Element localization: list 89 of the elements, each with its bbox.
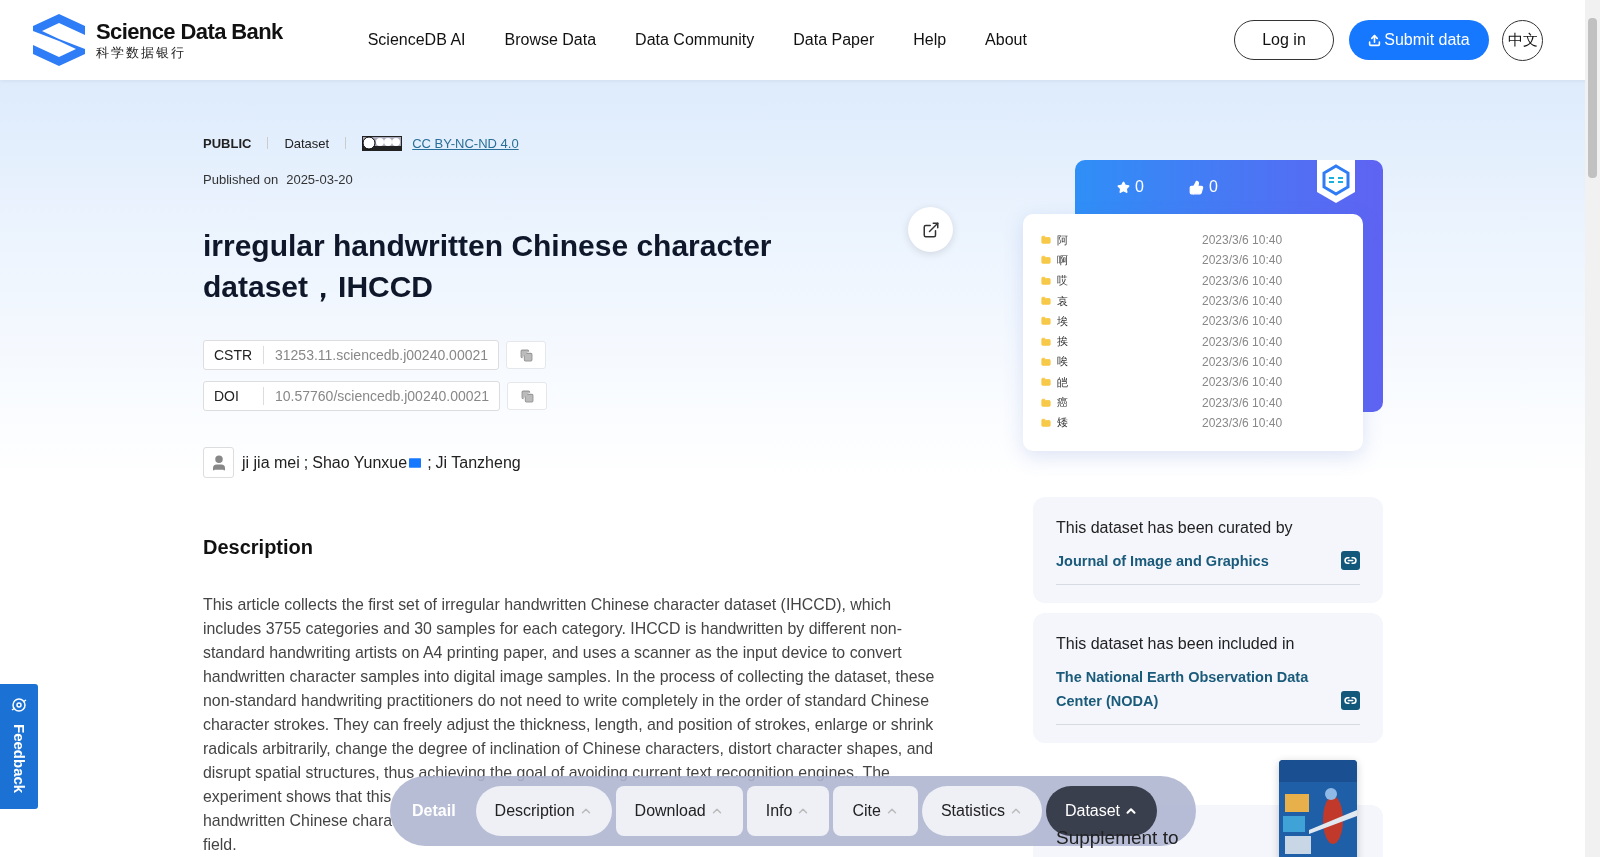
folder-icon: [1041, 316, 1051, 327]
logo-title: Science Data Bank: [96, 19, 283, 45]
copy-button[interactable]: [507, 382, 548, 410]
file-date: 2023/3/6 10:40: [1202, 395, 1283, 410]
copy-icon: [519, 348, 533, 362]
copy-icon: [520, 389, 534, 403]
nav-link[interactable]: Help: [913, 31, 947, 49]
logo-subtitle: 科学数据银行: [96, 45, 187, 61]
detail-tab[interactable]: Statistics: [921, 786, 1042, 836]
license-icon: [362, 135, 403, 151]
feedback-icon: [10, 696, 28, 714]
file-date: 2023/3/6 10:40: [1202, 314, 1283, 329]
folder-icon: [1041, 417, 1051, 428]
file-date: 2023/3/6 10:40: [1202, 273, 1283, 288]
relation-heading: This dataset has been curated by: [1056, 519, 1294, 537]
folder-icon: [1041, 377, 1051, 388]
file-name: 挨: [1057, 334, 1069, 350]
file-name: 哀: [1057, 293, 1069, 309]
link-icon[interactable]: [1341, 691, 1360, 710]
folder-icon: [1041, 296, 1051, 307]
nav-link[interactable]: Data Community: [635, 31, 755, 49]
section-heading: Description: [203, 536, 315, 559]
badge-icon: [1317, 160, 1355, 203]
login-button[interactable]: Log in: [1234, 20, 1334, 60]
folder-icon: [1041, 255, 1051, 266]
favorite-count[interactable]: 0: [1117, 178, 1144, 196]
feedback-button[interactable]: Feedback: [0, 684, 38, 809]
link-icon[interactable]: [1341, 551, 1360, 570]
file-name: 矮: [1057, 415, 1069, 431]
file-date: 2023/3/6 10:40: [1202, 354, 1283, 369]
file-date: 2023/3/6 10:40: [1202, 253, 1283, 268]
access-label: PUBLIC: [203, 135, 252, 151]
identifier-field: DOI 10.57760/sciencedb.j00240.00021: [203, 381, 501, 411]
author-separator: ;: [427, 453, 432, 472]
share-button[interactable]: [908, 207, 953, 252]
published-date: 2025-03-20: [286, 172, 353, 187]
author-separator: ;: [303, 453, 309, 472]
file-name: 皑: [1057, 374, 1069, 390]
detail-tab[interactable]: Cite: [833, 786, 918, 836]
published-label: Published on: [203, 172, 279, 187]
author-name: ji jia mei: [242, 453, 300, 472]
upload-icon: [1368, 33, 1382, 47]
folder-icon: [1041, 397, 1051, 408]
file-name: 啊: [1057, 252, 1069, 268]
description-text: experiment shows that this: [203, 787, 392, 807]
scrollbar[interactable]: [1585, 0, 1600, 857]
detail-tab[interactable]: Info: [746, 786, 830, 836]
file-name: 埃: [1057, 313, 1069, 329]
file-date: 2023/3/6 10:40: [1202, 415, 1283, 430]
detail-label: Detail: [412, 802, 456, 820]
relation-link[interactable]: Journal of Image and Graphics: [1056, 549, 1316, 573]
file-date: 2023/3/6 10:40: [1202, 375, 1283, 390]
chain-icon: [1344, 554, 1357, 567]
folder-icon: [1041, 336, 1051, 347]
star-icon: [1117, 180, 1130, 194]
license-link[interactable]: CC BY-NC-ND 4.0: [412, 135, 519, 151]
folder-icon: [1041, 275, 1051, 286]
dataset-title: irregular handwritten Chinese character dataset，IHCCD: [203, 228, 773, 305]
file-date: 2023/3/6 10:40: [1202, 294, 1283, 309]
nav-link[interactable]: ScienceDB AI: [367, 31, 466, 49]
relation-link[interactable]: The National Earth Observation Data Center (NODA): [1056, 665, 1316, 713]
file-name: 唉: [1057, 354, 1069, 370]
detail-tab[interactable]: Description: [475, 786, 612, 836]
folder-icon: [1041, 235, 1051, 246]
like-count[interactable]: 0: [1188, 178, 1218, 196]
submit-button[interactable]: Submit data: [1349, 20, 1489, 60]
language-button[interactable]: 中文: [1502, 19, 1543, 61]
nav-link[interactable]: Browse Data: [504, 31, 597, 49]
description-text: handwritten Chinese chara: [203, 811, 393, 831]
file-date: 2023/3/6 10:40: [1202, 233, 1283, 248]
description-text: field.: [203, 835, 237, 855]
nav-link[interactable]: Data Paper: [793, 31, 875, 49]
chain-icon: [1344, 694, 1357, 707]
author-name: Shao Yunxue: [312, 453, 408, 472]
file-name: 哎: [1057, 273, 1069, 289]
detail-tab[interactable]: Download: [615, 786, 743, 836]
file-date: 2023/3/6 10:40: [1202, 334, 1283, 349]
type-label: Dataset: [284, 135, 330, 151]
file-name: 阿: [1057, 232, 1069, 248]
folder-icon: [1041, 356, 1051, 367]
thumbs-up-icon: [1188, 179, 1204, 195]
identifier-field: CSTR 31253.11.sciencedb.j00240.00021: [203, 340, 500, 370]
nav-link[interactable]: About: [985, 31, 1027, 49]
copy-button[interactable]: [506, 341, 547, 369]
logo-icon: [32, 13, 86, 67]
relation-heading: This dataset has been included in: [1056, 635, 1296, 653]
share-icon: [921, 220, 940, 239]
file-name: 癌: [1057, 395, 1069, 410]
author-name: Ji Tanzheng: [435, 453, 521, 472]
